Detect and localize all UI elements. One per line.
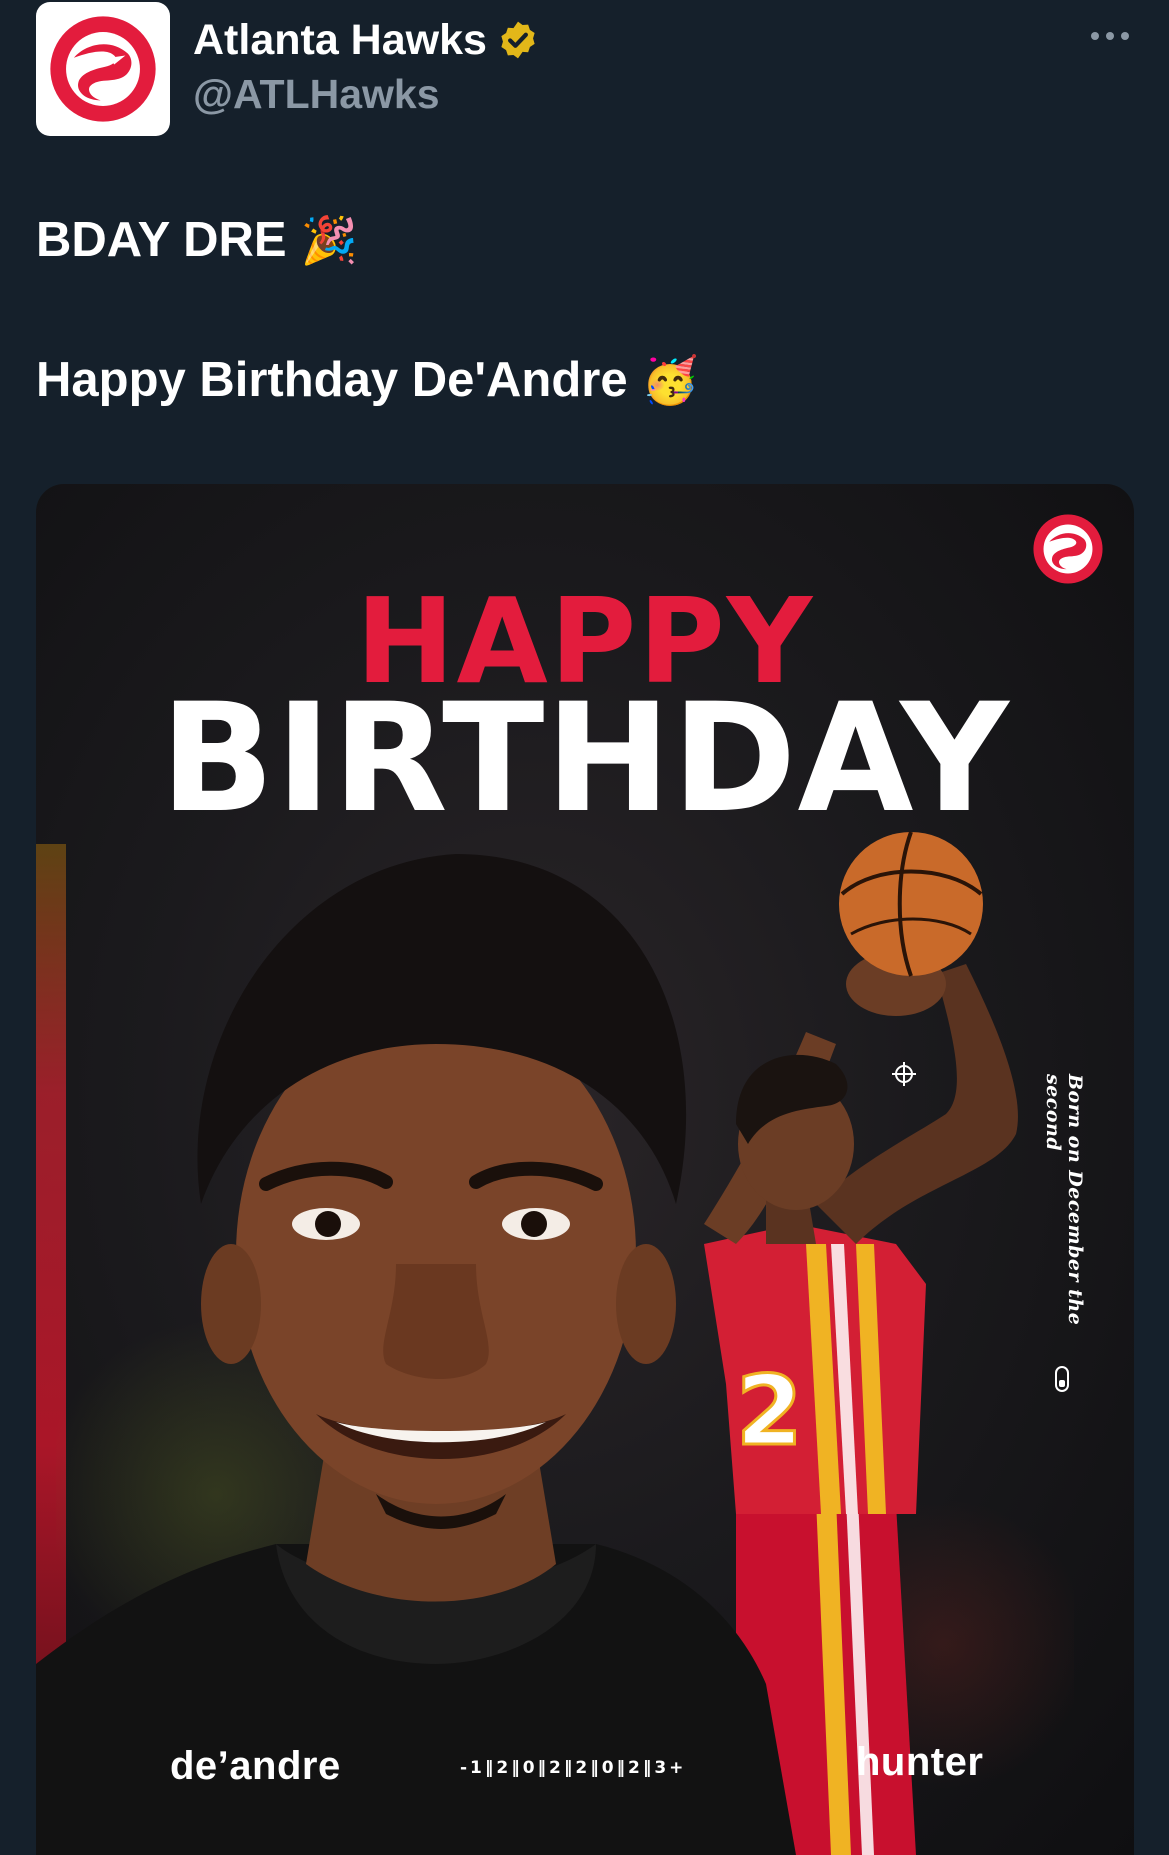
- post-image[interactable]: 2 HAPPY BIRTHDAY Born on December the se…: [36, 484, 1134, 1855]
- tweet: Atlanta Hawks @ATLHawks BDAY DRE 🎉 Happy…: [0, 0, 1169, 1855]
- verified-badge-icon: [501, 21, 535, 59]
- birth-date-code: -1‖2‖0‖2‖2‖0‖2‖3+: [460, 1758, 687, 1778]
- hawks-logo-icon: [50, 16, 156, 122]
- target-icon: [892, 1062, 916, 1086]
- party-popper-icon: 🎉: [300, 214, 358, 266]
- post-text-line-2: Happy Birthday De'Andre 🥳: [36, 350, 699, 410]
- svg-text:2: 2: [736, 1355, 803, 1467]
- more-dot: [1121, 32, 1129, 40]
- scroll-mouse-icon: [1055, 1366, 1069, 1392]
- handle[interactable]: @ATLHawks: [193, 68, 539, 120]
- more-dot: [1091, 32, 1099, 40]
- player-first-name: de’andre: [170, 1744, 341, 1788]
- birth-date-caption: Born on December the second: [1042, 1074, 1086, 1326]
- portrait-player: [36, 854, 796, 1855]
- post-line-2-text: Happy Birthday De'Andre: [36, 353, 628, 407]
- post-line-1-text: BDAY DRE: [36, 213, 287, 267]
- post-text-line-1: BDAY DRE 🎉: [36, 210, 358, 270]
- partying-face-icon: 🥳: [641, 354, 699, 406]
- player-last-name: hunter: [856, 1740, 984, 1784]
- author-block[interactable]: Atlanta Hawks @ATLHawks: [193, 14, 539, 120]
- more-dot: [1106, 32, 1114, 40]
- display-name[interactable]: Atlanta Hawks: [193, 14, 487, 66]
- more-options-icon[interactable]: [1091, 22, 1129, 50]
- headline-birthday: BIRTHDAY: [160, 672, 1010, 846]
- avatar[interactable]: [36, 2, 170, 136]
